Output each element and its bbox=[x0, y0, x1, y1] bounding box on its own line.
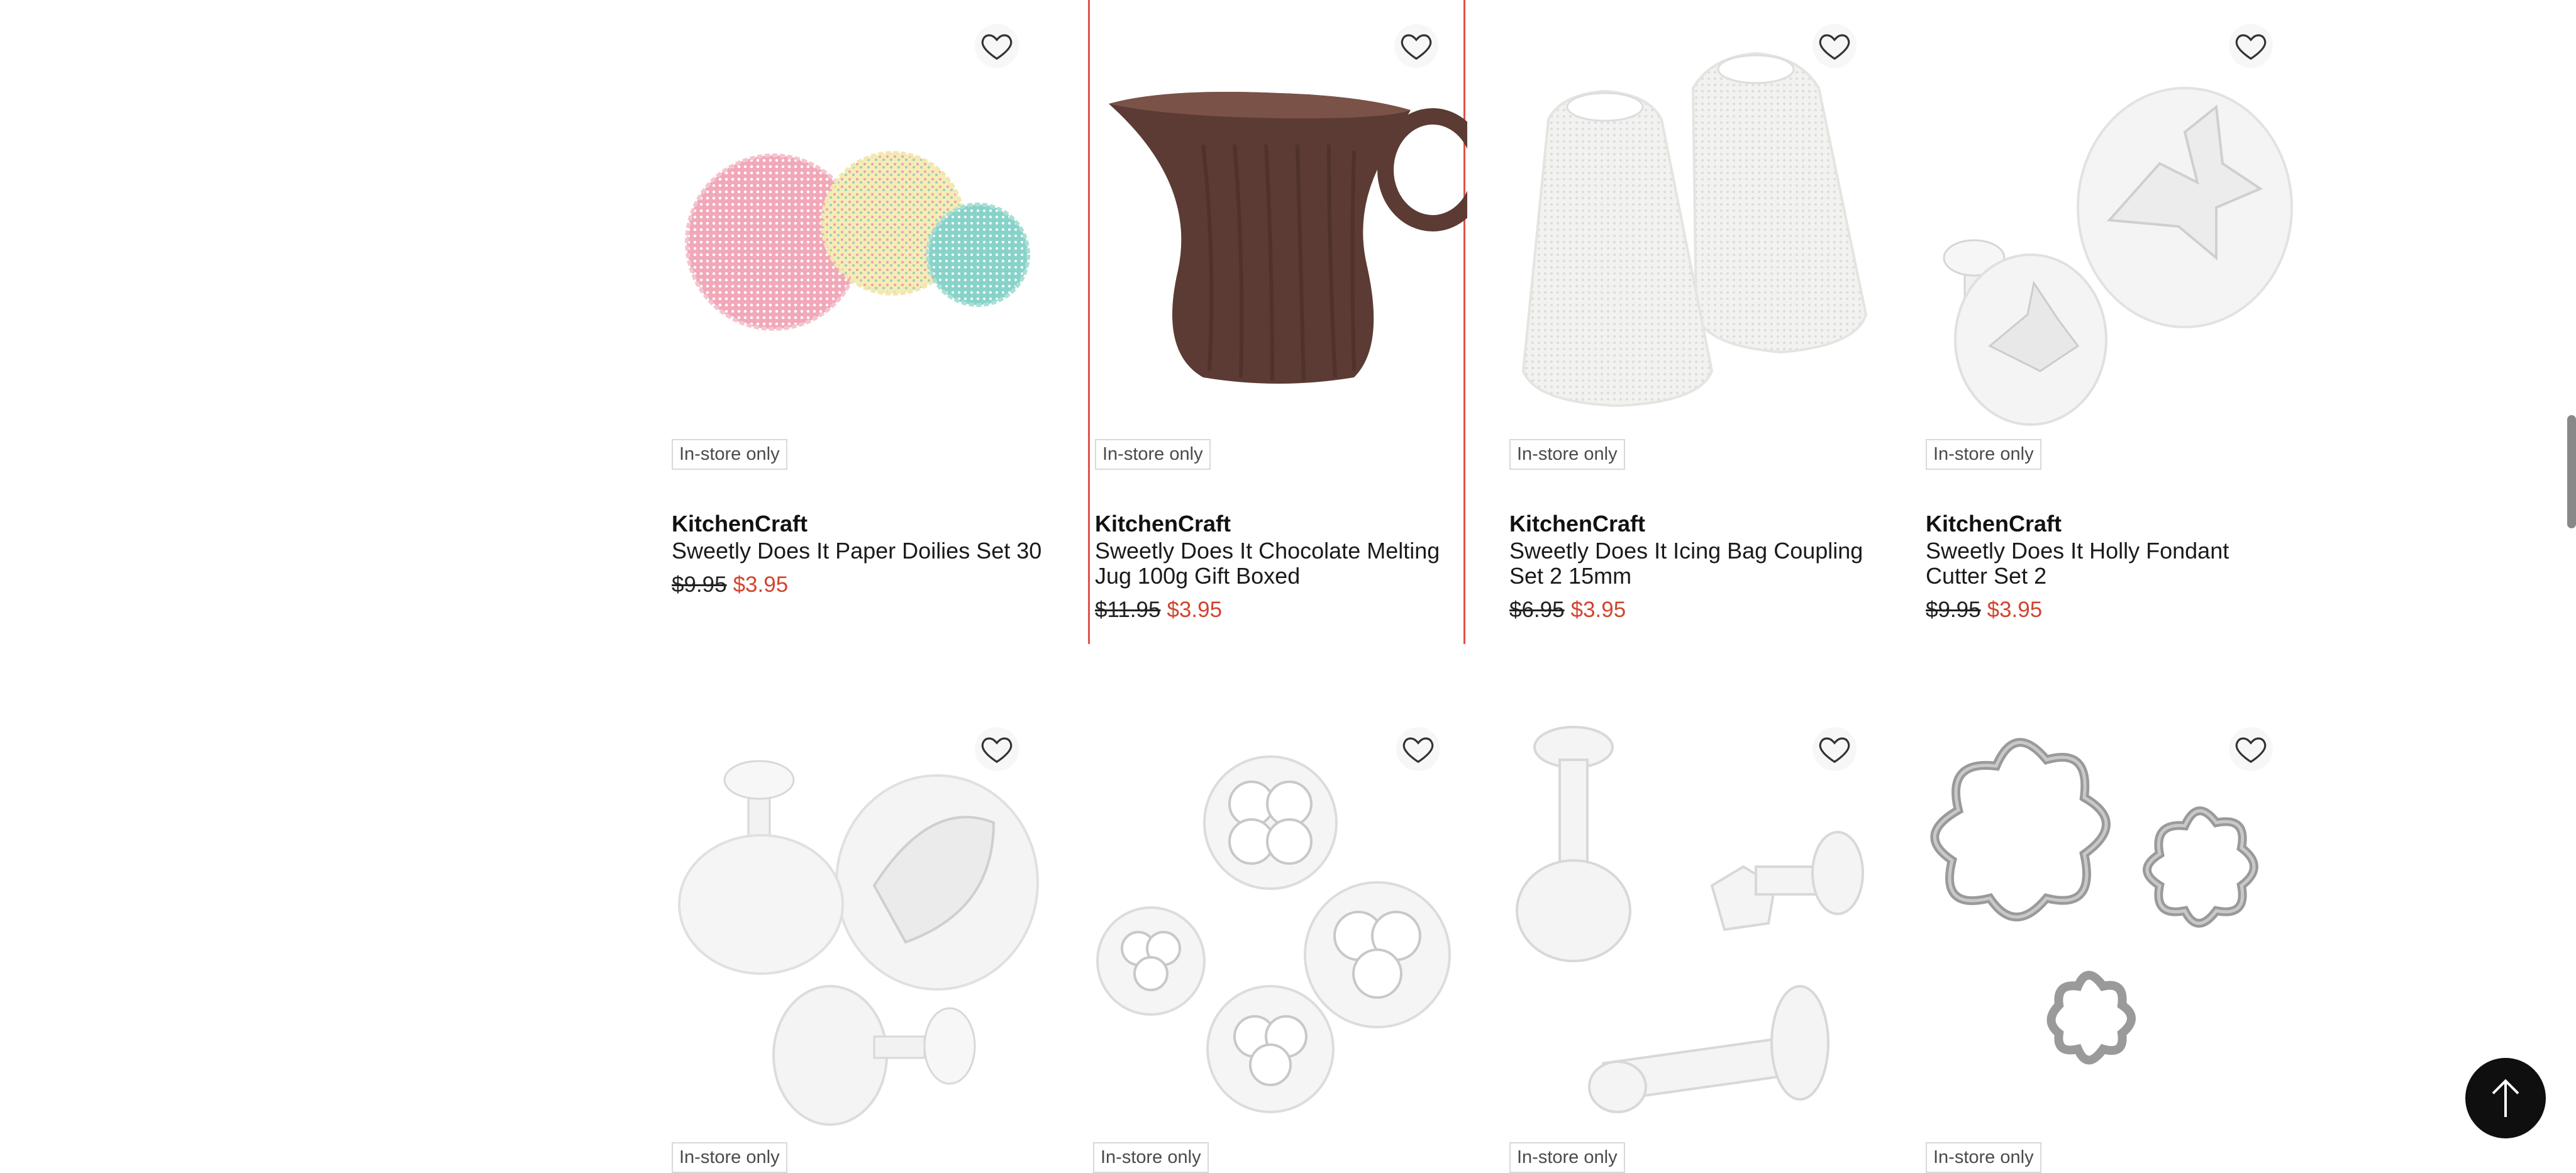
favorite-heart-icon[interactable] bbox=[975, 727, 1019, 771]
product-brand: KitchenCraft bbox=[672, 511, 808, 536]
product-card[interactable]: In-store only KitchenCraft Sweetly Does … bbox=[1088, 0, 1467, 644]
original-price: $9.95 bbox=[672, 572, 727, 597]
sale-price: $3.95 bbox=[1167, 598, 1223, 622]
favorite-heart-icon[interactable] bbox=[2229, 727, 2273, 771]
product-title[interactable]: Sweetly Does It Chocolate Melting Jug 10… bbox=[1095, 538, 1466, 589]
product-title[interactable]: Sweetly Does It Icing Bag Coupling Set 2… bbox=[1509, 538, 1880, 589]
product-price: $11.95 $3.95 bbox=[1095, 598, 1222, 623]
product-brand: KitchenCraft bbox=[1095, 511, 1231, 536]
product-price: $6.95 $3.95 bbox=[1509, 598, 1626, 623]
favorite-heart-icon[interactable] bbox=[975, 24, 1019, 68]
metal-flower-cutter-image[interactable] bbox=[1921, 722, 2298, 1137]
melting-jug-image[interactable] bbox=[1090, 19, 1467, 434]
sale-price: $3.95 bbox=[733, 572, 789, 597]
product-price: $9.95 $3.95 bbox=[1926, 598, 2042, 623]
favorite-heart-icon[interactable] bbox=[1813, 727, 1857, 771]
in-store-only-badge: In-store only bbox=[1095, 439, 1211, 470]
original-price: $6.95 bbox=[1509, 598, 1565, 622]
favorite-heart-icon[interactable] bbox=[2229, 24, 2273, 68]
plunger-cutter-image[interactable] bbox=[1504, 722, 1882, 1137]
scroll-to-top-button[interactable] bbox=[2465, 1058, 2546, 1138]
product-price: $9.95 $3.95 bbox=[672, 572, 788, 598]
in-store-only-badge: In-store only bbox=[1926, 439, 2041, 470]
doilies-image[interactable] bbox=[667, 19, 1044, 434]
in-store-only-badge: In-store only bbox=[672, 439, 787, 470]
original-price: $11.95 bbox=[1095, 598, 1161, 622]
page-scrollbar[interactable] bbox=[2567, 415, 2576, 528]
coupling-set-image[interactable] bbox=[1504, 19, 1882, 434]
favorite-heart-icon[interactable] bbox=[1396, 727, 1440, 771]
product-card[interactable]: In-store only bbox=[1921, 703, 2298, 1173]
product-title[interactable]: Sweetly Does It Paper Doilies Set 30 bbox=[672, 538, 1043, 564]
product-brand: KitchenCraft bbox=[1509, 511, 1646, 536]
product-card[interactable]: In-store only KitchenCraft Sweetly Does … bbox=[1921, 0, 2298, 642]
product-card[interactable]: In-store only KitchenCraft Sweetly Does … bbox=[1504, 0, 1882, 642]
sale-price: $3.95 bbox=[1570, 598, 1626, 622]
product-title[interactable]: Sweetly Does It Holly Fondant Cutter Set… bbox=[1926, 538, 2297, 589]
leaf-cutter-image[interactable] bbox=[667, 722, 1044, 1137]
arrow-up-icon bbox=[2492, 1079, 2519, 1117]
in-store-only-badge: In-store only bbox=[1509, 439, 1625, 470]
product-card[interactable]: In-store only bbox=[1088, 703, 1465, 1173]
original-price: $9.95 bbox=[1926, 598, 1981, 622]
holly-cutter-image[interactable] bbox=[1921, 19, 2298, 434]
product-brand: KitchenCraft bbox=[1926, 511, 2062, 536]
sale-price: $3.95 bbox=[1987, 598, 2043, 622]
favorite-heart-icon[interactable] bbox=[1394, 24, 1438, 68]
product-card[interactable]: In-store only bbox=[1504, 703, 1882, 1173]
favorite-heart-icon[interactable] bbox=[1813, 24, 1857, 68]
flower-cutter-image[interactable] bbox=[1088, 722, 1465, 1137]
product-card[interactable]: In-store only bbox=[667, 703, 1044, 1173]
product-card[interactable]: In-store only KitchenCraft Sweetly Does … bbox=[667, 0, 1044, 642]
